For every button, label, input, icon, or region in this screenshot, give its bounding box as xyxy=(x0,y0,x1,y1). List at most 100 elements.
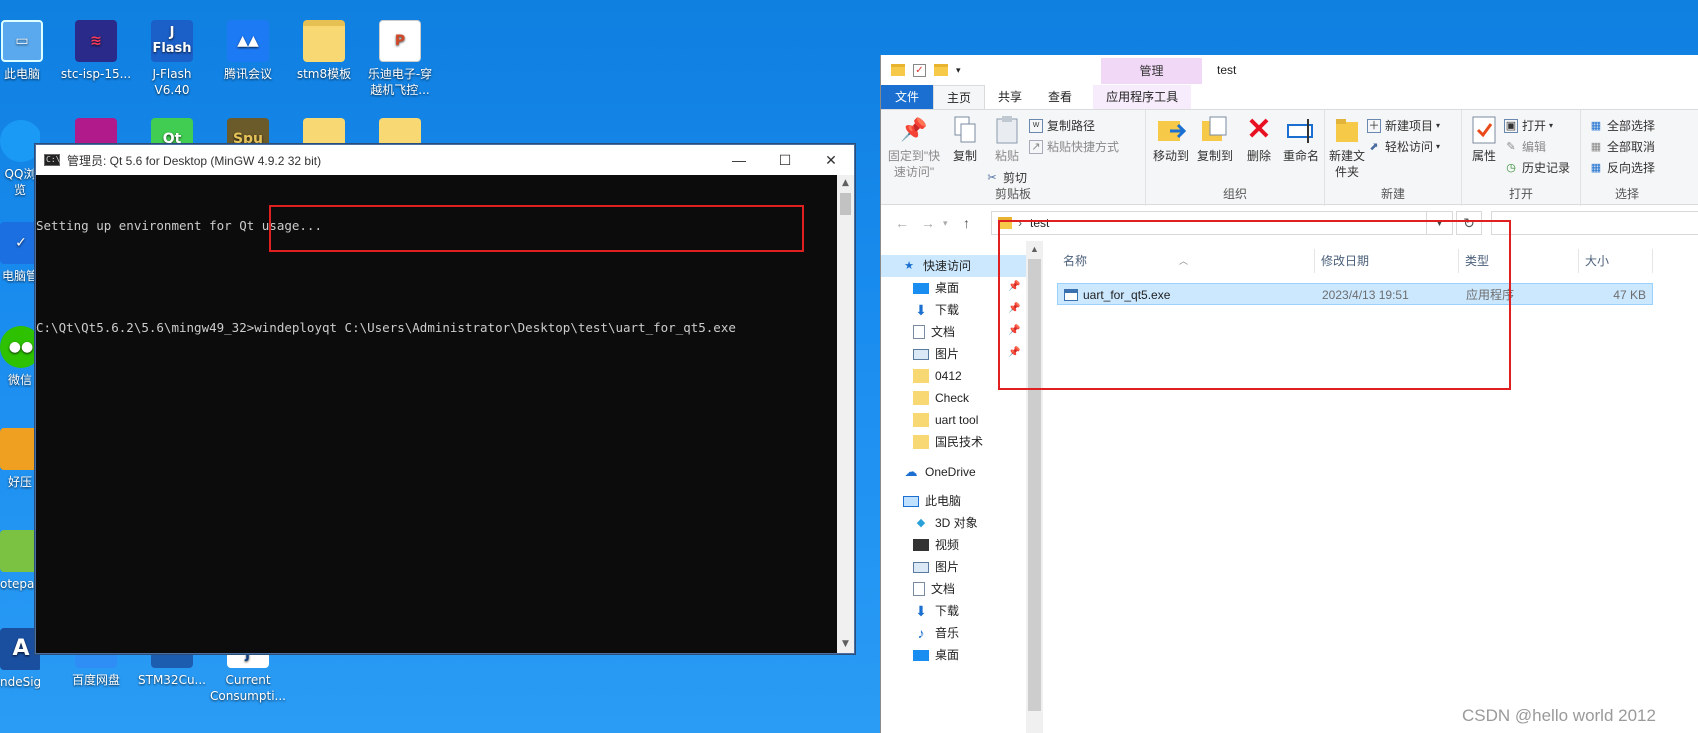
select-none-button[interactable]: ▦ 全部取消 xyxy=(1589,137,1655,157)
nav-item-uart-tool[interactable]: uart tool xyxy=(913,409,978,431)
pin-icon[interactable]: 📌 xyxy=(1008,347,1020,358)
nav-item-music[interactable]: ♪ 音乐 xyxy=(913,622,960,644)
tab-view[interactable]: 查看 xyxy=(1035,85,1085,109)
desktop-icon-stc-isp[interactable]: ≋ stc-isp-15... xyxy=(58,20,134,82)
nav-item-documents[interactable]: 文档 xyxy=(913,321,955,343)
nav-item-pc-pictures[interactable]: 图片 xyxy=(913,556,959,578)
refresh-icon[interactable]: ↻ xyxy=(1456,211,1482,235)
copy-to-icon xyxy=(1199,114,1231,146)
nav-item-desktop[interactable]: 桌面 xyxy=(913,277,959,299)
pin-icon[interactable]: 📌 xyxy=(1008,281,1020,292)
scroll-up-icon[interactable]: ▲ xyxy=(837,175,854,192)
copy-to-button[interactable]: 复制到 xyxy=(1194,114,1236,164)
new-folder-button[interactable]: 新建文件夹 xyxy=(1329,114,1365,180)
tab-home[interactable]: 主页 xyxy=(933,85,986,109)
properties-button[interactable]: 属性 xyxy=(1466,114,1502,164)
nav-onedrive[interactable]: ☁ OneDrive xyxy=(903,461,976,483)
nav-item-pc-desktop[interactable]: 桌面 xyxy=(913,644,959,666)
tab-file[interactable]: 文件 xyxy=(881,85,934,109)
back-arrow-icon[interactable]: ← xyxy=(895,215,909,231)
scroll-up-icon[interactable]: ▲ xyxy=(1026,241,1043,258)
maximize-button[interactable]: ☐ xyxy=(762,145,808,175)
file-name-cell[interactable]: uart_for_qt5.exe xyxy=(1064,287,1170,303)
nav-item-pictures[interactable]: 图片 xyxy=(913,343,959,365)
address-history-chevron-icon[interactable]: ▼ xyxy=(1427,211,1453,235)
column-header-name[interactable]: 名称 ︿ xyxy=(1057,249,1315,273)
navigation-pane[interactable]: ★ 快速访问 桌面 📌 ⬇ 下载 📌 文档 📌 图片 📌 0412 Check … xyxy=(881,241,1026,733)
select-all-button[interactable]: ▦ 全部选择 xyxy=(1589,116,1655,136)
nav-item-pc-documents[interactable]: 文档 xyxy=(913,578,955,600)
up-arrow-icon[interactable]: ↑ xyxy=(963,215,970,231)
nav-item-downloads[interactable]: ⬇ 下载 xyxy=(913,299,959,321)
desktop-icon-tencent-meeting[interactable]: ▲▲ 腾讯会议 xyxy=(210,20,286,82)
breadcrumb-test[interactable]: test xyxy=(1030,216,1049,230)
scroll-down-icon[interactable]: ▼ xyxy=(837,636,854,653)
new-item-button[interactable]: ＋ 新建项目 ▾ xyxy=(1367,116,1440,136)
column-header-type[interactable]: 类型 xyxy=(1459,249,1579,273)
pin-icon[interactable]: 📌 xyxy=(1008,303,1020,314)
pin-icon[interactable]: 📌 xyxy=(1008,325,1020,336)
copy-button[interactable]: 复制 xyxy=(947,114,983,164)
delete-button[interactable]: ✕ 删除 xyxy=(1242,114,1276,164)
column-header-date[interactable]: 修改日期 xyxy=(1315,249,1459,273)
search-input[interactable] xyxy=(1491,211,1698,235)
scroll-thumb[interactable] xyxy=(1028,259,1041,711)
paste-button[interactable]: 粘贴 xyxy=(989,114,1025,164)
rename-button[interactable]: 重命名 xyxy=(1280,114,1322,164)
haozip-icon xyxy=(0,428,40,470)
pin-quick-access-button[interactable]: 📌 固定到"快速访问" xyxy=(885,114,943,180)
minimize-button[interactable]: — xyxy=(716,145,762,175)
desktop-icon-notepad[interactable]: otepad xyxy=(0,530,40,592)
console-titlebar[interactable]: C:\ 管理员: Qt 5.6 for Desktop (MinGW 4.9.2… xyxy=(36,145,854,175)
column-header-size[interactable]: 大小 xyxy=(1579,249,1653,273)
desktop-icon-wechat[interactable]: ●● 微信 xyxy=(0,326,40,388)
edit-button[interactable]: ✎ 编辑 xyxy=(1504,137,1546,157)
desktop-icon-insight[interactable]: A ndeSigh... xyxy=(0,628,40,690)
nav-item-pc-downloads[interactable]: ⬇ 下载 xyxy=(913,600,959,622)
desktop-icon-this-pc[interactable]: ▭ 此电脑 xyxy=(0,20,60,82)
console-window[interactable]: C:\ 管理员: Qt 5.6 for Desktop (MinGW 4.9.2… xyxy=(35,144,855,654)
recent-locations-chevron-icon[interactable]: ▾ xyxy=(943,218,948,229)
nav-item-3d-objects[interactable]: ◆ 3D 对象 xyxy=(913,512,978,534)
tab-share[interactable]: 共享 xyxy=(985,85,1035,109)
desktop-icon-haozip[interactable]: 好压 xyxy=(0,428,40,490)
console-scrollbar[interactable]: ▲ ▼ xyxy=(837,175,854,653)
nav-item-videos[interactable]: 视频 xyxy=(913,534,959,556)
tab-application-tools[interactable]: 应用程序工具 xyxy=(1093,85,1192,109)
breadcrumb-chevron-icon[interactable]: › xyxy=(1018,216,1022,230)
address-bar[interactable]: › test xyxy=(991,211,1427,235)
close-button[interactable]: ✕ xyxy=(808,145,854,175)
file-list[interactable]: 名称 ︿ 修改日期 类型 大小 uart_for_qt5.exe 2023/4/… xyxy=(1043,241,1698,733)
nav-this-pc[interactable]: 此电脑 xyxy=(903,490,961,512)
chevron-down-icon[interactable]: ▾ xyxy=(956,65,961,76)
new-folder-icon[interactable] xyxy=(934,64,948,76)
context-tab-manage[interactable]: 管理 xyxy=(1101,58,1202,84)
desktop-icon-qq-browser[interactable]: QQ浏览 xyxy=(0,120,40,198)
console-output[interactable]: Setting up environment for Qt usage... C… xyxy=(36,175,837,653)
nav-scrollbar[interactable]: ▲ xyxy=(1026,241,1043,733)
history-button[interactable]: ◷ 历史记录 xyxy=(1504,158,1570,178)
explorer-window[interactable]: ✓ ▾ 管理 test 文件 主页 共享 查看 应用程序工具 📌 固定到"快速访… xyxy=(880,55,1698,733)
open-button[interactable]: ▣ 打开 ▾ xyxy=(1504,116,1553,136)
nav-quick-access[interactable]: ★ 快速访问 xyxy=(881,255,1026,277)
desktop-icon-ppt-file[interactable]: P 乐迪电子-穿越机飞控... xyxy=(362,20,438,98)
desktop-icon-stm8-template[interactable]: stm8模板 xyxy=(286,20,362,82)
ppt-file-icon: P xyxy=(379,20,421,62)
file-row[interactable]: uart_for_qt5.exe 2023/4/13 19:51 应用程序 47… xyxy=(1057,283,1653,305)
desktop-icon-pc-manager[interactable]: ✓ 电脑管 xyxy=(0,222,40,284)
properties-check-icon[interactable]: ✓ xyxy=(913,63,926,77)
desktop-icon-jflash[interactable]: J Flash J-Flash V6.40 xyxy=(134,20,210,98)
easy-access-icon: ⬈ xyxy=(1369,141,1379,153)
nav-item-check[interactable]: Check xyxy=(913,387,969,409)
move-to-button[interactable]: 移动到 xyxy=(1150,114,1192,164)
easy-access-button[interactable]: ⬈ 轻松访问 ▾ xyxy=(1367,137,1440,157)
forward-arrow-icon[interactable]: → xyxy=(921,215,935,231)
invert-selection-button[interactable]: ▦ 反向选择 xyxy=(1589,158,1655,178)
download-arrow-icon: ⬇ xyxy=(915,603,927,619)
copy-path-button[interactable]: W 复制路径 xyxy=(1029,116,1095,136)
nav-item-nations-tech[interactable]: 国民技术 xyxy=(913,431,983,453)
nav-item-0412[interactable]: 0412 xyxy=(913,365,962,387)
scroll-thumb[interactable] xyxy=(840,193,851,215)
paste-shortcut-button[interactable]: ↗ 粘贴快捷方式 xyxy=(1029,137,1119,157)
invert-selection-icon: ▦ xyxy=(1590,162,1602,174)
